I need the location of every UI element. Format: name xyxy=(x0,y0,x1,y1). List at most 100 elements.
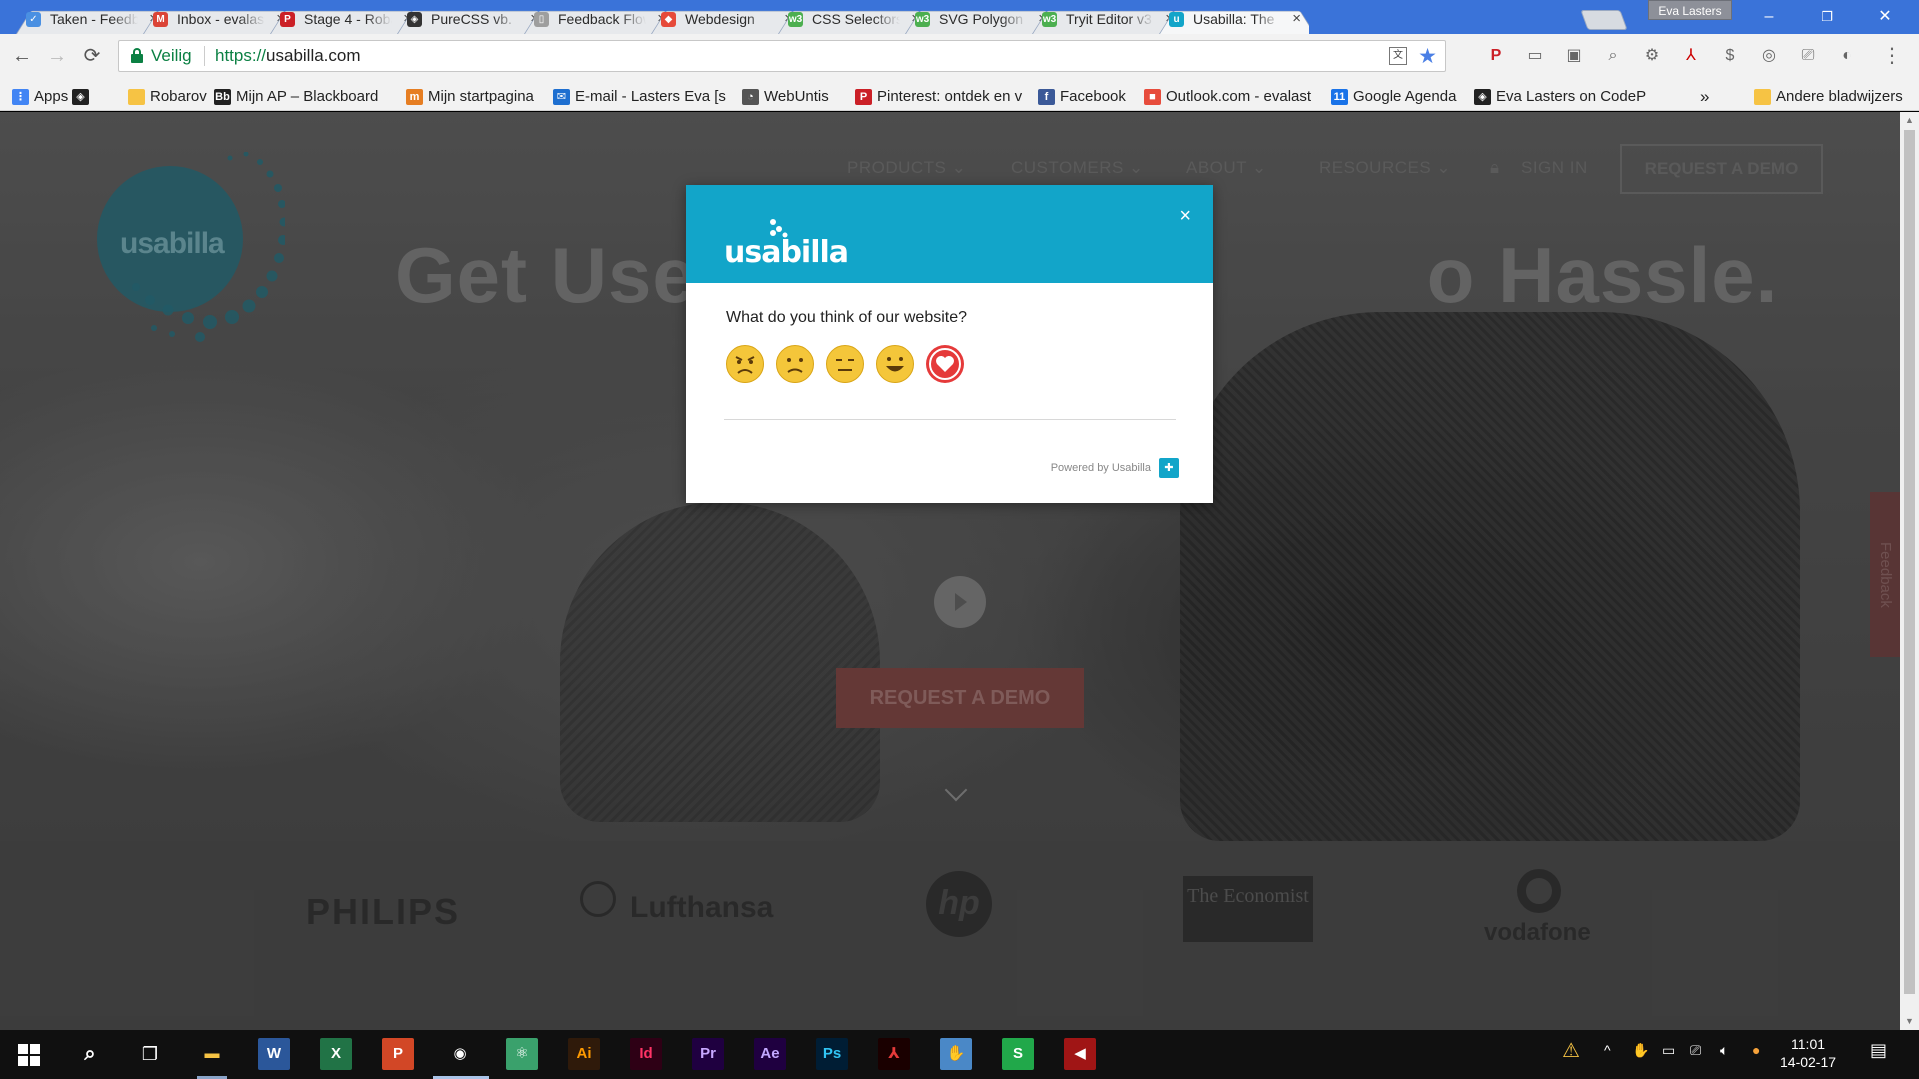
extension-settings-icon[interactable]: ◐ xyxy=(1835,44,1859,68)
photoshop-icon[interactable]: Ps xyxy=(816,1038,848,1070)
search-icon[interactable]: ⌕ xyxy=(74,1038,106,1070)
scroll-up-arrow-icon[interactable]: ▲ xyxy=(1905,115,1914,125)
folder-icon xyxy=(128,89,145,105)
powered-by-link[interactable]: Powered by Usabilla xyxy=(1051,462,1151,474)
battery-icon[interactable]: ▭ xyxy=(1662,1042,1675,1059)
w3schools-icon: w3 xyxy=(915,12,930,27)
warning-tray-icon[interactable]: ⚠ xyxy=(1562,1038,1580,1063)
sad-face-icon[interactable] xyxy=(776,345,814,383)
bookmark-2[interactable]: Robarov xyxy=(126,84,207,110)
tab-title: CSS Selectors xyxy=(812,11,900,27)
volume-icon[interactable]: 🔈︎ xyxy=(1720,1042,1728,1059)
windows-taskbar: ⌕ ❐ ▬ W X P ◉ ⚛ Ai Id Pr Ae Ps ⅄ ✋ S ◀ ⚠ ^ ✋ ▭ ⎚ 🔈︎ ● … xyxy=(0,1030,1919,1079)
indesign-icon[interactable]: Id xyxy=(630,1038,662,1070)
close-window-button[interactable]: ✕ xyxy=(1857,0,1913,34)
bookmark-label: E-mail - Lasters Eva [s xyxy=(575,88,726,105)
chrome-menu-icon[interactable]: ⋮ xyxy=(1880,44,1904,68)
excel-icon[interactable]: X xyxy=(320,1038,352,1070)
taskbar-clock[interactable]: 11:01 14-02-17 xyxy=(1780,1035,1836,1071)
bookmarks-overflow-button[interactable]: » xyxy=(1700,84,1709,110)
bookmark-0[interactable]: ⋮ Apps xyxy=(10,84,68,110)
forward-button[interactable]: → xyxy=(43,42,71,70)
neutral-face-icon[interactable] xyxy=(826,345,864,383)
bookmark-1[interactable]: ◈ xyxy=(70,84,94,110)
show-hidden-icons[interactable]: ^ xyxy=(1604,1042,1611,1058)
angry-face-icon[interactable] xyxy=(726,345,764,383)
file-explorer-icon[interactable]: ▬ xyxy=(196,1038,228,1070)
back-button[interactable]: ← xyxy=(8,42,36,70)
pinterest-icon: P xyxy=(855,89,872,105)
windows-start-icon[interactable] xyxy=(18,1044,40,1066)
s-extension-icon[interactable]: $ xyxy=(1718,44,1742,68)
bookmark-label: Facebook xyxy=(1060,88,1126,105)
tab-strip: ✓Taken - Feedback×MInbox - evalasters×PS… xyxy=(0,0,1919,34)
usabilla-icon: u xyxy=(1169,12,1184,27)
chrome-icon[interactable]: ◉ xyxy=(444,1038,476,1070)
heart-icon[interactable] xyxy=(926,345,964,383)
weather-icon[interactable]: ● xyxy=(1752,1042,1760,1058)
bookmark-12[interactable]: Andere bladwijzers xyxy=(1752,84,1903,110)
circle-extension-icon[interactable]: ◎ xyxy=(1757,44,1781,68)
url-text[interactable]: https://usabilla.com xyxy=(215,46,361,66)
skype-icon[interactable]: S xyxy=(1002,1038,1034,1070)
scroll-down-arrow-icon[interactable]: ▼ xyxy=(1905,1016,1914,1026)
scrollbar-thumb[interactable] xyxy=(1904,130,1915,994)
restore-button[interactable]: ❐ xyxy=(1799,0,1855,34)
startpage-icon: m xyxy=(406,89,423,105)
bookmark-7[interactable]: P Pinterest: ontdek en v xyxy=(853,84,1022,110)
bookmark-5[interactable]: ✉ E-mail - Lasters Eva [s xyxy=(551,84,726,110)
network-icon[interactable]: ⎚ xyxy=(1690,1042,1701,1059)
page-scrollbar[interactable]: ▲ ▼ xyxy=(1900,112,1919,1030)
close-tab-icon[interactable]: × xyxy=(1292,4,1301,34)
acrobat-icon[interactable]: ⅄ xyxy=(878,1038,910,1070)
action-center-icon[interactable]: ▤ xyxy=(1870,1040,1887,1061)
tab-9[interactable]: u Usabilla: The × xyxy=(1153,4,1309,34)
address-bar[interactable]: Veilig https://usabilla.com 文 ★ xyxy=(118,40,1446,72)
gmail-icon: M xyxy=(153,12,168,27)
pinterest-extension-icon[interactable]: P xyxy=(1484,44,1508,68)
bookmark-star-icon[interactable]: ★ xyxy=(1418,44,1437,69)
illustrator-icon[interactable]: Ai xyxy=(568,1038,600,1070)
w3schools-icon: w3 xyxy=(1042,12,1057,27)
feedback-question: What do you think of our website? xyxy=(726,309,968,326)
acrobat-extension-icon[interactable]: ⅄ xyxy=(1679,44,1703,68)
atom-icon[interactable]: ⚛ xyxy=(506,1038,538,1070)
calendar-icon: 11 xyxy=(1331,89,1348,105)
tab-title: SVG Polygon xyxy=(939,11,1024,27)
new-tab-button[interactable] xyxy=(1580,10,1628,30)
cast-icon[interactable]: ⎚ xyxy=(1796,44,1820,68)
bookmark-4[interactable]: m Mijn startpagina xyxy=(404,84,534,110)
word-icon[interactable]: W xyxy=(258,1038,290,1070)
rider-extension-icon[interactable]: ⚙ xyxy=(1640,44,1664,68)
task-view-icon[interactable]: ❐ xyxy=(134,1038,166,1070)
bookmark-6[interactable]: ◔ WebUntis xyxy=(740,84,829,110)
modal-close-button[interactable]: × xyxy=(1179,205,1191,228)
aftereffects-icon[interactable]: Ae xyxy=(754,1038,786,1070)
bookmark-11[interactable]: ◈ Eva Lasters on CodeP xyxy=(1472,84,1646,110)
usabilla-badge-icon[interactable]: ✚ xyxy=(1159,458,1179,478)
screenshot-extension-icon[interactable]: ▭ xyxy=(1523,44,1547,68)
happy-face-icon[interactable] xyxy=(876,345,914,383)
clock-date: 14-02-17 xyxy=(1780,1054,1837,1070)
bookmark-8[interactable]: f Facebook xyxy=(1036,84,1126,110)
profile-button[interactable]: Eva Lasters xyxy=(1648,0,1732,20)
bookmark-label: Mijn AP – Blackboard xyxy=(236,88,379,105)
minimize-button[interactable]: – xyxy=(1741,0,1797,34)
translate-icon[interactable]: 文 xyxy=(1389,47,1407,65)
modal-header: usabilla × xyxy=(686,185,1213,283)
bookmark-label: Eva Lasters on CodeP xyxy=(1496,88,1647,105)
bookmark-label: WebUntis xyxy=(764,88,829,105)
premiere-icon[interactable]: Pr xyxy=(692,1038,724,1070)
window-extension-icon[interactable]: ▣ xyxy=(1562,44,1586,68)
powerpoint-icon[interactable]: P xyxy=(382,1038,414,1070)
codepen-icon: ◈ xyxy=(72,89,89,105)
hand-tray-icon[interactable]: ✋ xyxy=(1632,1042,1649,1059)
bookmark-10[interactable]: 11 Google Agenda xyxy=(1329,84,1456,110)
reload-button[interactable]: ⟳ xyxy=(78,42,106,70)
media-player-icon[interactable]: ◀ xyxy=(1064,1038,1096,1070)
zoom-extension-icon[interactable]: ⌕ xyxy=(1601,44,1625,68)
bookmark-3[interactable]: Bb Mijn AP – Blackboard xyxy=(212,84,378,110)
url-scheme: https:// xyxy=(215,46,267,65)
bookmark-9[interactable]: ■ Outlook.com - evalast xyxy=(1142,84,1311,110)
hand-tool-icon[interactable]: ✋ xyxy=(940,1038,972,1070)
